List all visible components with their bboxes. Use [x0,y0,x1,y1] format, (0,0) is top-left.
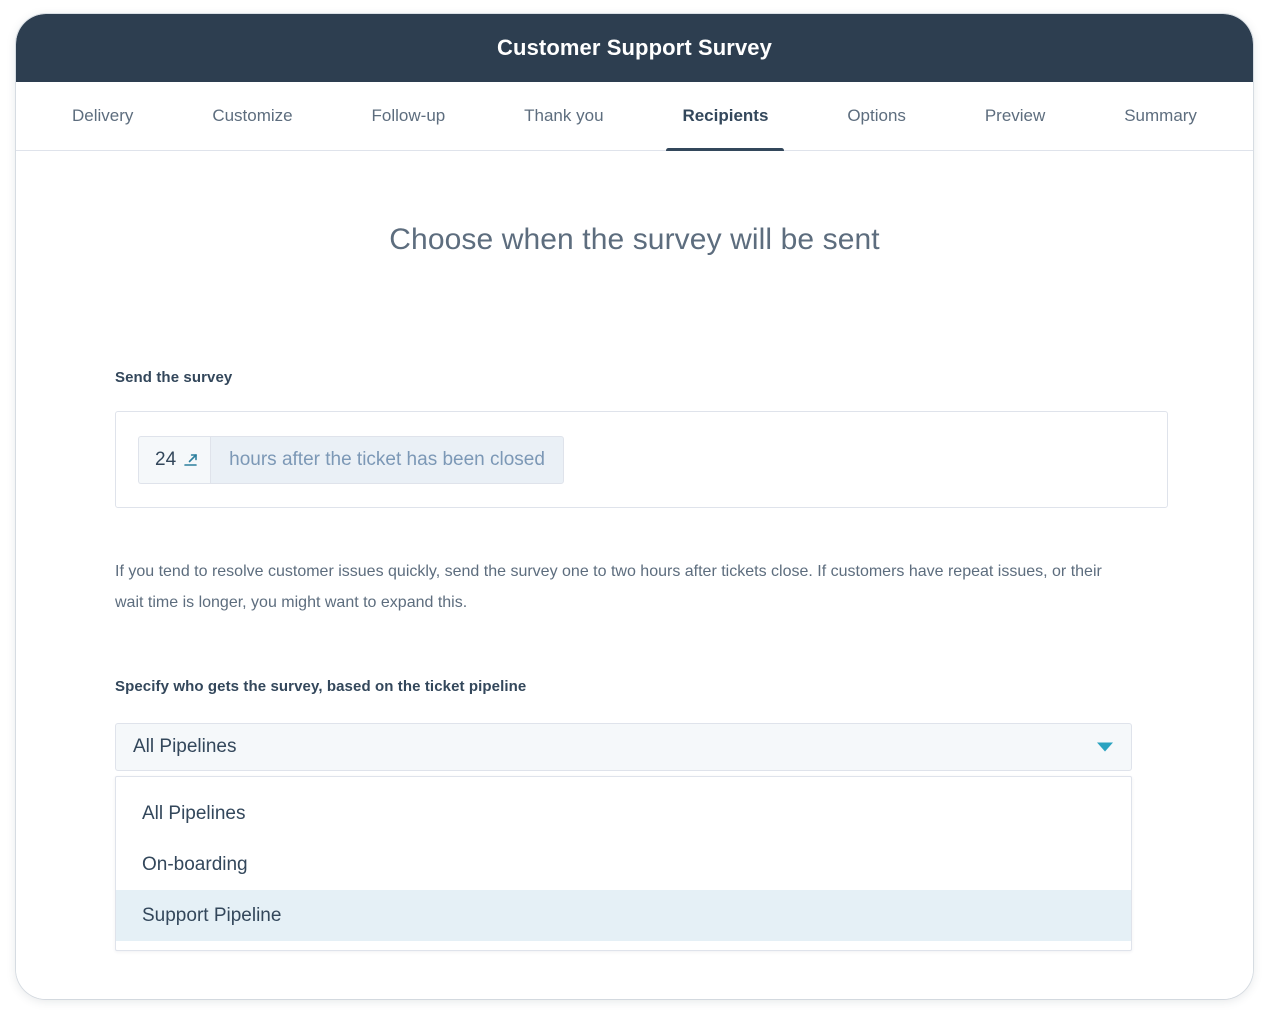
tab-label: Thank you [524,106,603,126]
tab-options[interactable]: Options [831,82,922,150]
survey-settings-card: Customer Support Survey Delivery Customi… [16,14,1253,999]
tab-customize[interactable]: Customize [196,82,308,150]
tab-recipients[interactable]: Recipients [666,82,784,150]
delay-hours-input[interactable]: 24 [138,436,210,484]
tab-summary[interactable]: Summary [1108,82,1213,150]
tab-list: Delivery Customize Follow-up Thank you R… [56,82,1213,150]
chevron-down-icon[interactable] [1097,743,1113,752]
send-survey-label: Send the survey [115,369,232,386]
tab-bar: Delivery Customize Follow-up Thank you R… [16,82,1253,151]
send-delay-container: 24 hours after the ticket has been close… [115,411,1168,508]
dropdown-option-support-pipeline[interactable]: Support Pipeline [116,890,1131,941]
page-title: Customer Support Survey [497,35,772,61]
pipeline-select[interactable]: All Pipelines [115,723,1132,771]
tab-label: Recipients [682,106,768,126]
pipeline-dropdown-menu: All Pipelines On-boarding Support Pipeli… [115,776,1132,951]
tab-preview[interactable]: Preview [969,82,1061,150]
dropdown-option-all-pipelines[interactable]: All Pipelines [116,788,1131,839]
helper-text: If you tend to resolve customer issues q… [115,556,1125,618]
delay-hours-value: 24 [155,449,176,471]
tab-delivery[interactable]: Delivery [56,82,149,150]
page-root: Customer Support Survey Delivery Customi… [0,0,1276,1028]
send-delay-control: 24 hours after the ticket has been close… [138,436,564,484]
pipeline-selected-value: All Pipelines [116,736,237,758]
resize-handle-icon [183,453,198,468]
tab-follow-up[interactable]: Follow-up [356,82,462,150]
tab-label: Options [847,106,906,126]
tab-label: Follow-up [372,106,446,126]
delay-description-chip: hours after the ticket has been closed [210,436,564,484]
tab-label: Preview [985,106,1045,126]
tab-label: Delivery [72,106,133,126]
option-label: Support Pipeline [142,905,281,927]
content-area: Choose when the survey will be sent Send… [16,151,1253,999]
card-header: Customer Support Survey [16,14,1253,82]
dropdown-option-on-boarding[interactable]: On-boarding [116,839,1131,890]
tab-label: Customize [212,106,292,126]
pipeline-label: Specify who gets the survey, based on th… [115,678,526,695]
option-label: On-boarding [142,854,248,876]
section-heading: Choose when the survey will be sent [16,223,1253,257]
tab-thank-you[interactable]: Thank you [508,82,619,150]
tab-label: Summary [1124,106,1197,126]
option-label: All Pipelines [142,803,246,825]
